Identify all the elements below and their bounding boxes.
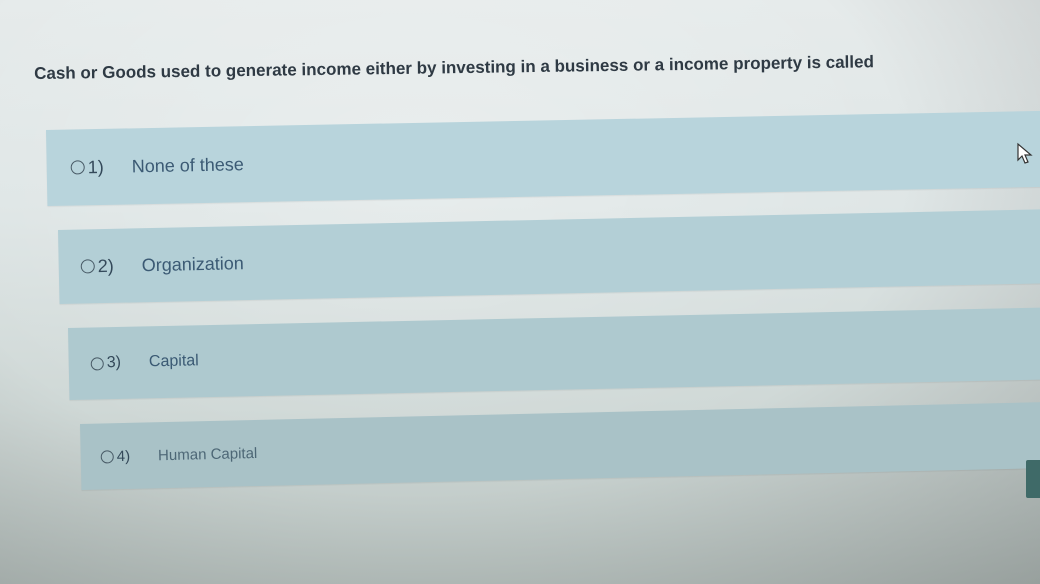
- option-label: Capital: [148, 352, 199, 371]
- option-label: None of these: [131, 153, 244, 176]
- radio-button-icon[interactable]: [90, 356, 104, 371]
- option-number: 3): [106, 353, 122, 372]
- option-label: Human Capital: [157, 444, 258, 464]
- side-panel-tab[interactable]: [1026, 460, 1040, 498]
- radio-button-icon[interactable]: [70, 160, 85, 175]
- option-number: 2): [97, 255, 114, 276]
- radio-button-icon[interactable]: [80, 259, 95, 274]
- option-number: 1): [87, 156, 104, 177]
- radio-button-icon[interactable]: [100, 449, 114, 464]
- question-text: Cash or Goods used to generate income ei…: [34, 52, 875, 83]
- answer-option-1[interactable]: 1) None of these: [46, 110, 1040, 206]
- answer-option-2[interactable]: 2) Organization: [58, 208, 1040, 304]
- mouse-pointer-icon: [1017, 142, 1033, 164]
- answer-option-3[interactable]: 3) Capital: [68, 307, 1040, 400]
- option-number: 4): [116, 447, 131, 465]
- option-label: Organization: [141, 252, 245, 275]
- answer-option-4[interactable]: 4) Human Capital: [80, 401, 1040, 490]
